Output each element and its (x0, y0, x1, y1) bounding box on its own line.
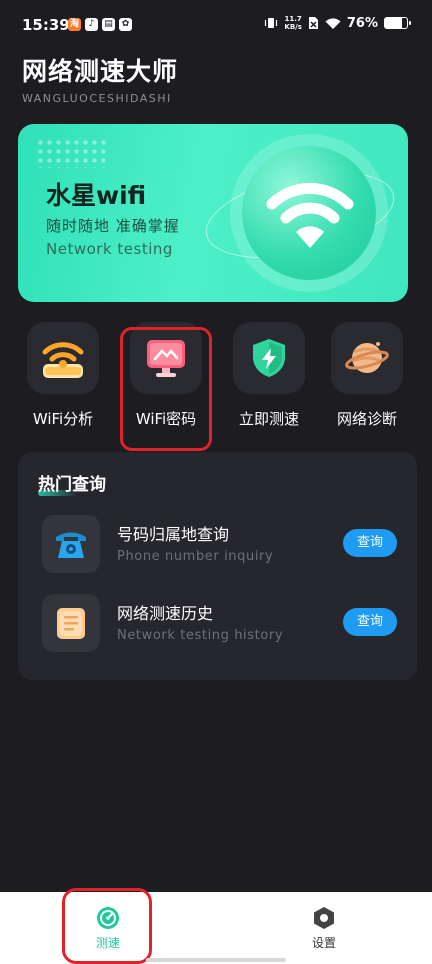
nav-item-settings[interactable]: 设置 (284, 906, 364, 951)
net-speed-unit: KB/s (284, 23, 302, 31)
battery-percent: 76% (346, 15, 378, 31)
hot-item-icon-box (42, 594, 100, 652)
feature-label: 立即测速 (238, 410, 299, 428)
feature-label: 网络诊断 (336, 410, 397, 428)
banner-title: 水星wifi (46, 181, 147, 210)
banner-dot-pattern (36, 138, 106, 168)
wifi-signal-icon (325, 17, 341, 29)
feature-network-diagnosis[interactable]: 网络诊断 (317, 322, 417, 429)
telephone-icon (56, 532, 86, 558)
hexagon-gear-icon (314, 907, 334, 929)
feature-wifi-analysis[interactable]: WiFi分析 (13, 322, 113, 429)
no-sim-icon (308, 17, 318, 29)
battery-fill (385, 18, 402, 28)
wifi-banner[interactable]: 水星wifi 随时随地 准确掌握 Network testing (18, 124, 408, 302)
list-item-testing-history[interactable]: 网络测速历史 Network testing history 查询 (42, 594, 397, 654)
router-wifi-icon (42, 342, 84, 378)
feature-icon-box (233, 322, 305, 394)
feature-icon-box (331, 322, 403, 394)
shield-bolt-icon (253, 339, 285, 377)
wifi-globe-icon (242, 146, 376, 280)
message-notification-icon: ▤ (102, 18, 115, 31)
query-button[interactable]: 查询 (343, 529, 397, 557)
fan-notification-icon: ✿ (119, 18, 132, 31)
banner-english-subtitle: Network testing (46, 240, 173, 258)
list-item-title: 网络测速历史 (117, 604, 214, 623)
home-indicator[interactable] (146, 958, 286, 962)
feature-icon-box (27, 322, 99, 394)
highlight-annotation (120, 327, 212, 451)
query-button[interactable]: 查询 (343, 608, 397, 636)
status-bar: 15:39 淘 ♪ ▤ ✿ 11.7 KB/s 76% (0, 0, 432, 50)
net-speed-value: 11.7 (284, 15, 302, 23)
taobao-notification-icon: 淘 (68, 18, 81, 31)
list-item-subtitle: Network testing history (117, 628, 284, 643)
feature-speed-test[interactable]: 立即测速 (219, 322, 319, 429)
list-item-phone-inquiry[interactable]: 号码归属地查询 Phone number inquiry 查询 (42, 515, 397, 575)
vibrate-icon (265, 18, 278, 28)
hot-query-card: 热门查询 号码归属地查询 Phone number inquiry 查询 网络测… (18, 452, 417, 680)
section-title: 热门查询 (38, 475, 106, 495)
notification-icons: 淘 ♪ ▤ ✿ (68, 18, 132, 31)
list-item-subtitle: Phone number inquiry (117, 549, 274, 564)
page-subtitle: WANGLUOCESHIDASHI (22, 92, 172, 105)
list-item-title: 号码归属地查询 (117, 525, 230, 544)
nav-label: 设置 (311, 936, 336, 950)
net-speed: 11.7 KB/s (284, 15, 301, 31)
feature-label: WiFi分析 (32, 410, 94, 428)
highlight-annotation (62, 888, 152, 964)
battery-icon (384, 17, 411, 29)
hot-item-icon-box (42, 515, 100, 573)
page-title: 网络测速大师 (22, 57, 179, 86)
status-right: 11.7 KB/s 76% (264, 15, 411, 31)
planet-icon (345, 342, 389, 373)
banner-subtitle: 随时随地 准确掌握 (46, 217, 180, 235)
tiktok-notification-icon: ♪ (85, 18, 98, 31)
feature-grid: WiFi分析 WiFi密码 立即测速 网络诊断 (0, 322, 432, 432)
document-icon (57, 608, 85, 639)
status-time: 15:39 (22, 16, 70, 34)
